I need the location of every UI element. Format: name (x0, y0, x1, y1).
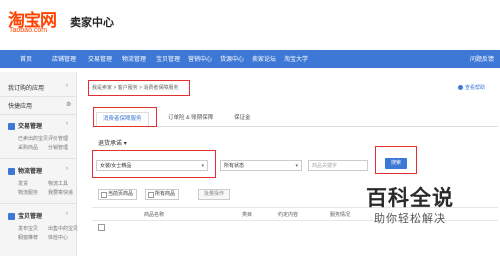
sidebar-section-goods[interactable]: 宝贝管理 (8, 211, 42, 220)
top-header: 淘宝网 Taobao.com 卖家中心 (0, 0, 500, 42)
keyword-input[interactable]: 商品关键字 (308, 160, 368, 171)
truck-icon (8, 167, 15, 175)
sidebar-link[interactable]: 已卖出的宝贝 (18, 135, 48, 142)
column-header: 类目 (242, 212, 253, 218)
help-link[interactable]: 查看帮助 (458, 84, 485, 91)
batch-action-button[interactable]: 批量操作 (198, 189, 231, 200)
sidebar-link[interactable]: 我要寄快递 (48, 189, 73, 196)
gear-icon[interactable]: ⚙ (66, 101, 71, 108)
checkbox-icon (148, 192, 154, 198)
divider (0, 158, 76, 159)
sidebar-section-trade[interactable]: 交易管理 (8, 121, 42, 130)
nav-item-marketing[interactable]: 营销中心 (188, 54, 212, 63)
nav-item-shop[interactable]: 店铺管理 (52, 54, 76, 63)
return-promise-select[interactable]: 退货承诺 ▾ (98, 138, 127, 147)
help-icon (458, 85, 463, 91)
chevron-right-icon[interactable]: › (66, 166, 68, 172)
breadcrumb[interactable]: 我是卖家 > 客户服务 > 消费者保障服务 (92, 84, 178, 91)
current-page-checkbox[interactable]: 当前页商品 (98, 189, 138, 200)
caret-down-icon: ▾ (201, 163, 204, 169)
nav-item-university[interactable]: 淘宝大学 (284, 54, 308, 63)
sidebar-link[interactable]: 物流服务 (18, 189, 38, 196)
watermark-subtitle: 助你轻松解决 (374, 213, 446, 225)
divider (0, 114, 76, 115)
chevron-right-icon[interactable]: › (66, 211, 68, 217)
status-select[interactable]: 所有状态 ▾ (220, 160, 302, 171)
all-items-checkbox[interactable]: 所有商品 (145, 189, 180, 200)
taobao-domain: Taobao.com (9, 27, 48, 34)
nav-item-forum[interactable]: 卖家论坛 (252, 54, 276, 63)
sidebar-link[interactable]: 分销管理 (48, 144, 68, 151)
sidebar-link[interactable]: 出售中的宝贝 (48, 225, 78, 232)
column-header: 服务情况 (330, 212, 351, 218)
tab-order-insurance[interactable]: 订单险 & 账期保障 (162, 112, 219, 125)
nav-item-home[interactable]: 首页 (20, 54, 32, 63)
nav-item-goods[interactable]: 宝贝管理 (156, 54, 180, 63)
watermark-title: 百科全说 (366, 186, 454, 210)
box-icon (8, 212, 15, 220)
sidebar-link[interactable]: 发货 (18, 180, 28, 187)
tab-deposit[interactable]: 保证金 (228, 112, 257, 125)
caret-down-icon: ▾ (123, 141, 127, 147)
sidebar-quick-apps: 快捷应用 (8, 104, 33, 110)
sidebar-section-logistics[interactable]: 物流管理 (8, 166, 42, 175)
divider (0, 96, 76, 97)
category-select[interactable]: 女装/女士精品 ▾ (96, 160, 208, 171)
feedback-link[interactable]: 问题反馈 (470, 54, 494, 63)
sidebar-link[interactable]: 评价管理 (48, 135, 68, 142)
sidebar: 我订购的应用 › 快捷应用 ⚙ 交易管理 › 已卖出的宝贝 评价管理 采购商品 … (0, 72, 78, 256)
sidebar-link[interactable]: 物流工具 (48, 180, 68, 187)
divider (0, 203, 76, 204)
row-checkbox[interactable] (98, 224, 105, 231)
main-nav: 首页 店铺管理 交易管理 物流管理 宝贝管理 营销中心 货源中心 卖家论坛 淘宝… (0, 50, 500, 68)
trade-icon (8, 122, 15, 130)
chevron-right-icon[interactable]: › (66, 121, 68, 127)
nav-item-logistics[interactable]: 物流管理 (122, 54, 146, 63)
nav-item-source[interactable]: 货源中心 (220, 54, 244, 63)
sidebar-link[interactable]: 橱窗推荐 (18, 234, 38, 241)
nav-item-trade[interactable]: 交易管理 (88, 54, 112, 63)
search-button[interactable]: 搜索 (385, 158, 407, 169)
column-header: 约定内容 (278, 212, 299, 218)
sidebar-link[interactable]: 采购商品 (18, 144, 38, 151)
sidebar-link[interactable]: 体检中心 (48, 234, 68, 241)
highlight-tab (93, 107, 157, 127)
column-header: 商品名称 (144, 212, 165, 218)
chevron-right-icon[interactable]: › (66, 83, 68, 89)
caret-down-icon: ▾ (295, 163, 298, 169)
checkbox-icon (101, 192, 107, 198)
sidebar-recent-apps[interactable]: 我订购的应用 (8, 83, 44, 92)
seller-center-title: 卖家中心 (70, 17, 114, 29)
sidebar-link[interactable]: 发布宝贝 (18, 225, 38, 232)
